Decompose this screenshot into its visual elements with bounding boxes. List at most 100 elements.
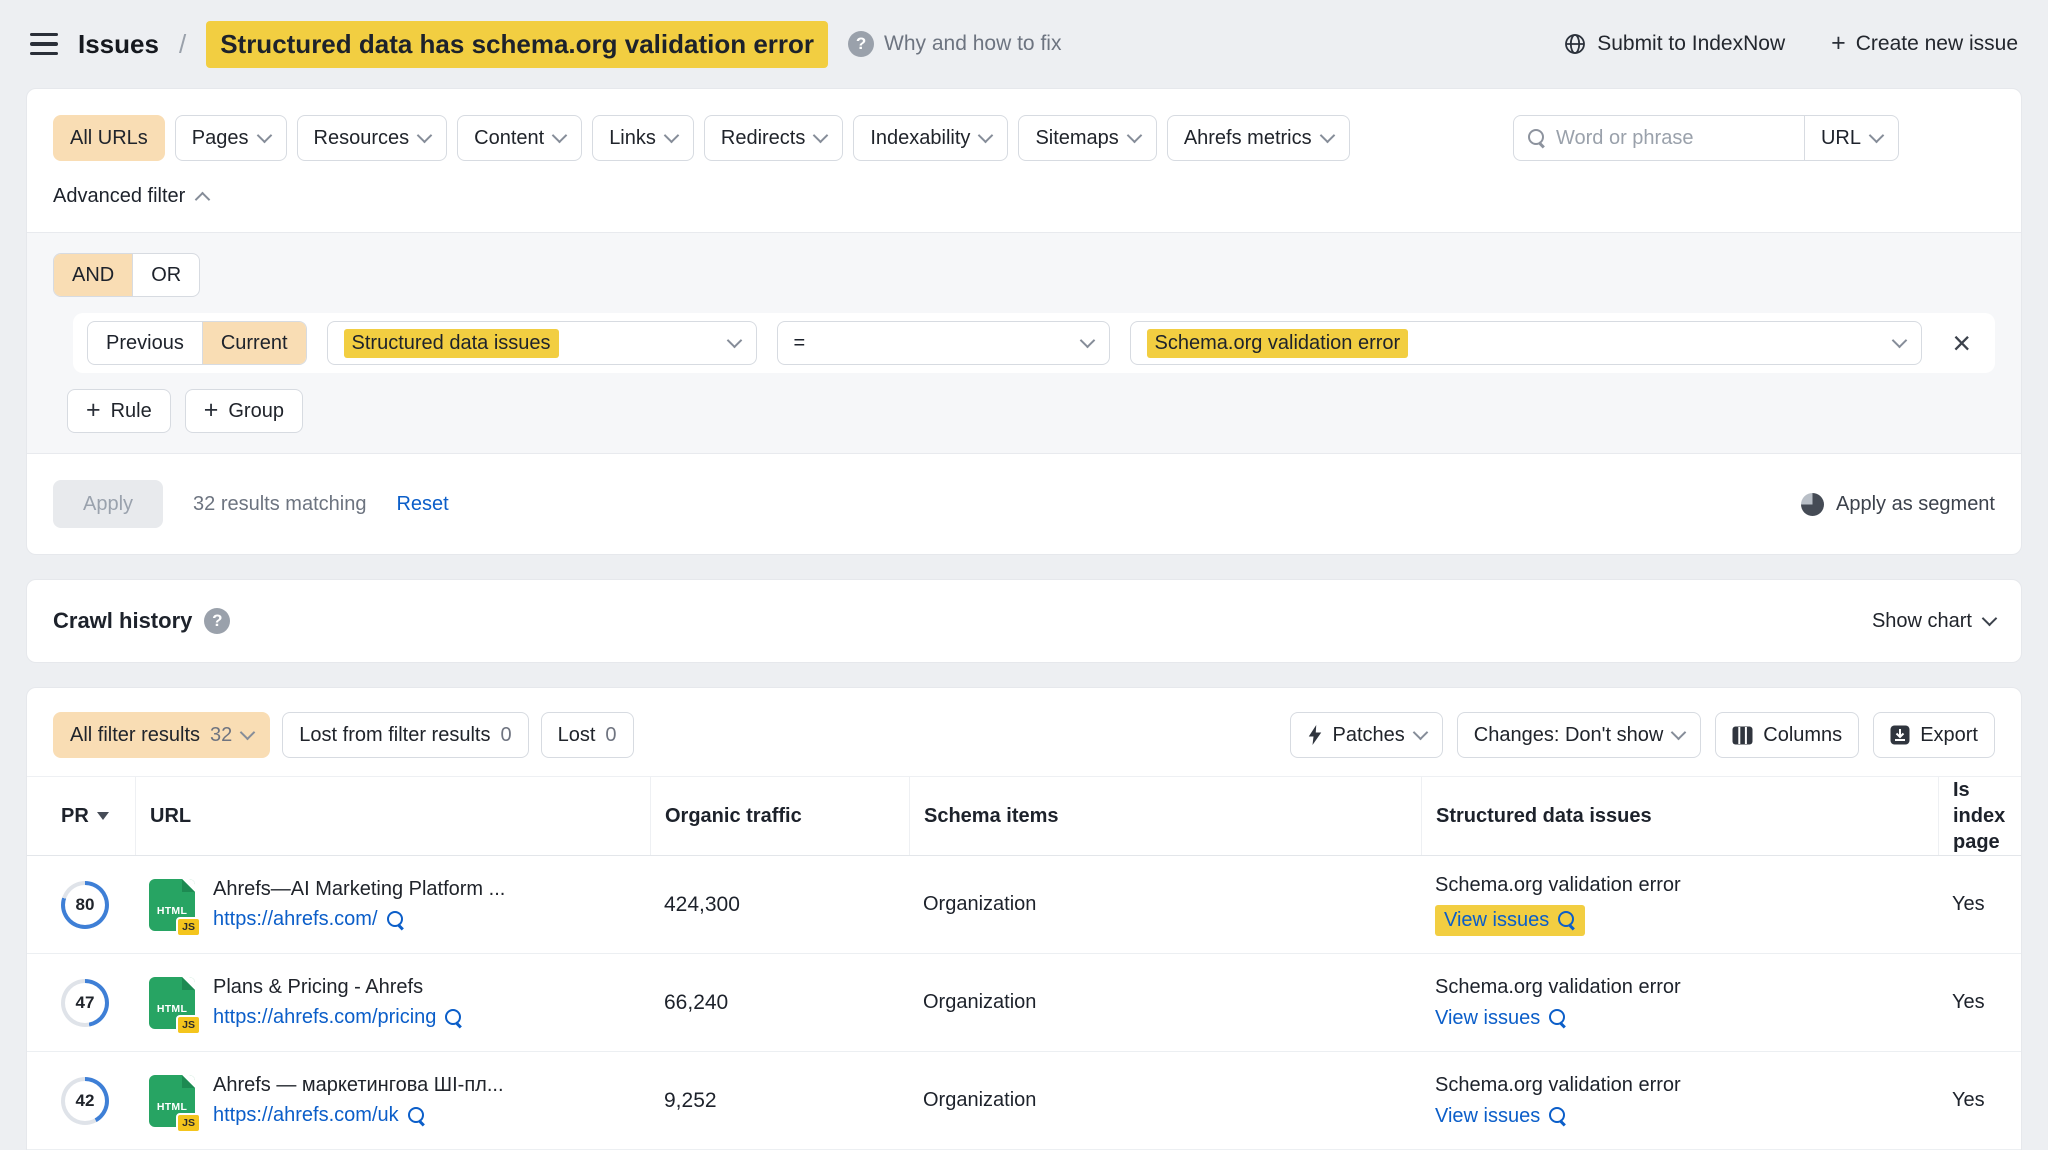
issue-name: Schema.org validation error: [1435, 874, 1681, 897]
reset-link[interactable]: Reset: [396, 493, 448, 516]
apply-button[interactable]: Apply: [53, 480, 163, 528]
lightning-icon: [1307, 725, 1323, 745]
apply-row: Apply 32 results matching Reset Apply as…: [27, 454, 2021, 554]
columns-button[interactable]: Columns: [1715, 712, 1859, 758]
filter-tab-indexability[interactable]: Indexability: [853, 115, 1008, 161]
page-title-text: Ahrefs — маркетингова ШІ-пл...: [213, 1074, 504, 1097]
chevron-down-icon: [726, 333, 742, 349]
js-badge: JS: [176, 917, 201, 937]
table-header-row: PR URL Organic traffic Schema items Stru…: [27, 776, 2021, 856]
apply-as-segment-button[interactable]: Apply as segment: [1801, 493, 1995, 516]
column-header-structured-data-issues[interactable]: Structured data issues: [1421, 777, 1938, 855]
help-icon: ?: [848, 31, 874, 57]
topbar-actions: Submit to IndexNow + Create new issue: [1563, 32, 2018, 56]
help-icon[interactable]: ?: [204, 608, 230, 634]
is-index-page-value: Yes: [1938, 991, 2021, 1014]
view-lost[interactable]: Lost 0: [541, 712, 634, 758]
view-all-filter-results[interactable]: All filter results 32: [53, 712, 270, 758]
chevron-down-icon: [1413, 725, 1429, 741]
search-scope-dropdown[interactable]: URL: [1804, 116, 1898, 160]
issue-name: Schema.org validation error: [1435, 1074, 1681, 1097]
view-issues-link[interactable]: View issues: [1435, 1105, 1567, 1128]
page-url-link[interactable]: https://ahrefs.com/pricing: [213, 1006, 463, 1029]
filter-tab-content[interactable]: Content: [457, 115, 582, 161]
filters-panel: All URLs Pages Resources Content Links R…: [26, 88, 2022, 555]
page-rating-badge: 80: [61, 881, 109, 929]
rule-operator-select[interactable]: =: [777, 321, 1110, 365]
view-issues-link[interactable]: View issues: [1435, 1007, 1567, 1030]
filter-tab-links[interactable]: Links: [592, 115, 694, 161]
filter-tab-redirects[interactable]: Redirects: [704, 115, 843, 161]
why-and-how-to-fix-label: Why and how to fix: [884, 32, 1061, 56]
breadcrumb-issues[interactable]: Issues: [78, 29, 159, 60]
logic-or-button[interactable]: OR: [132, 254, 199, 296]
filter-tab-ahrefs-metrics[interactable]: Ahrefs metrics: [1167, 115, 1350, 161]
advanced-filter-builder: AND OR Previous Current Structured data …: [27, 232, 2021, 454]
add-group-button[interactable]: + Group: [185, 389, 303, 433]
column-header-pr[interactable]: PR: [27, 777, 135, 855]
pie-chart-icon: [1801, 493, 1824, 516]
is-index-page-value: Yes: [1938, 1089, 2021, 1112]
filter-tab-sitemaps[interactable]: Sitemaps: [1018, 115, 1156, 161]
chevron-down-icon: [1079, 333, 1095, 349]
js-badge: JS: [176, 1015, 201, 1035]
chevron-down-icon: [978, 128, 994, 144]
result-count-badge: 0: [605, 724, 616, 747]
filter-tab-resources[interactable]: Resources: [297, 115, 448, 161]
issue-name: Schema.org validation error: [1435, 976, 1681, 999]
page-rating-badge: 42: [61, 1077, 109, 1125]
structured-data-issues-cell: Schema.org validation error View issues: [1421, 976, 1938, 1030]
filter-tab-pages[interactable]: Pages: [175, 115, 287, 161]
html-file-icon: HTML JS: [149, 1075, 195, 1127]
show-chart-button[interactable]: Show chart: [1872, 610, 1995, 633]
logic-and-button[interactable]: AND: [54, 254, 132, 296]
inspect-url-icon[interactable]: [387, 911, 405, 929]
rule-field-select[interactable]: Structured data issues: [327, 321, 757, 365]
chevron-up-icon: [195, 192, 211, 208]
is-index-page-value: Yes: [1938, 893, 2021, 916]
schema-items-value: Organization: [909, 893, 1421, 916]
rule-current-button[interactable]: Current: [202, 322, 306, 364]
why-and-how-to-fix-link[interactable]: ? Why and how to fix: [848, 31, 1061, 57]
chevron-down-icon: [813, 128, 829, 144]
filter-tabs-row: All URLs Pages Resources Content Links R…: [27, 89, 2021, 161]
patches-button[interactable]: Patches: [1290, 712, 1443, 758]
pr-cell: 80: [27, 881, 135, 929]
chevron-down-icon: [240, 725, 256, 741]
view-lost-from-filter-results[interactable]: Lost from filter results 0: [282, 712, 528, 758]
chevron-down-icon: [1319, 128, 1335, 144]
inspect-url-icon[interactable]: [445, 1009, 463, 1027]
url-cell: HTML JS Ahrefs—AI Marketing Platform ...…: [135, 878, 650, 931]
view-issues-link[interactable]: View issues: [1444, 909, 1576, 932]
filter-tab-all-urls[interactable]: All URLs: [53, 115, 165, 161]
column-header-is-index-page[interactable]: Is index page: [1938, 777, 2021, 855]
search-input[interactable]: [1556, 127, 1790, 150]
inspect-url-icon[interactable]: [408, 1107, 426, 1125]
rule-previous-button[interactable]: Previous: [88, 322, 202, 364]
column-header-schema-items[interactable]: Schema items: [909, 777, 1421, 855]
advanced-filter-toggle[interactable]: Advanced filter: [27, 161, 234, 232]
view-issues-icon: [1549, 1009, 1567, 1027]
topbar: Issues / Structured data has schema.org …: [0, 0, 2048, 88]
table-row: 42 HTML JS Ahrefs — маркетингова ШІ-пл..…: [27, 1052, 2021, 1150]
page-title: Structured data has schema.org validatio…: [206, 21, 828, 68]
export-button[interactable]: Export: [1873, 712, 1995, 758]
rule-value-select[interactable]: Schema.org validation error: [1130, 321, 1923, 365]
create-new-issue-button[interactable]: + Create new issue: [1831, 32, 2018, 56]
chevron-down-icon: [1127, 128, 1143, 144]
chevron-down-icon: [1982, 611, 1998, 627]
column-header-url[interactable]: URL: [135, 777, 650, 855]
pr-cell: 42: [27, 1077, 135, 1125]
changes-dropdown[interactable]: Changes: Don't show: [1457, 712, 1701, 758]
builder-actions: + Rule + Group: [67, 389, 1995, 433]
menu-icon[interactable]: [30, 33, 58, 55]
view-issues-icon: [1549, 1107, 1567, 1125]
remove-rule-button[interactable]: ×: [1942, 327, 1981, 359]
page-url-link[interactable]: https://ahrefs.com/: [213, 908, 405, 931]
logic-toggle: AND OR: [53, 253, 200, 297]
page-title-text: Plans & Pricing - Ahrefs: [213, 976, 463, 999]
page-url-link[interactable]: https://ahrefs.com/uk: [213, 1104, 426, 1127]
add-rule-button[interactable]: + Rule: [67, 389, 171, 433]
column-header-organic-traffic[interactable]: Organic traffic: [650, 777, 909, 855]
submit-to-indexnow-button[interactable]: Submit to IndexNow: [1563, 32, 1785, 56]
